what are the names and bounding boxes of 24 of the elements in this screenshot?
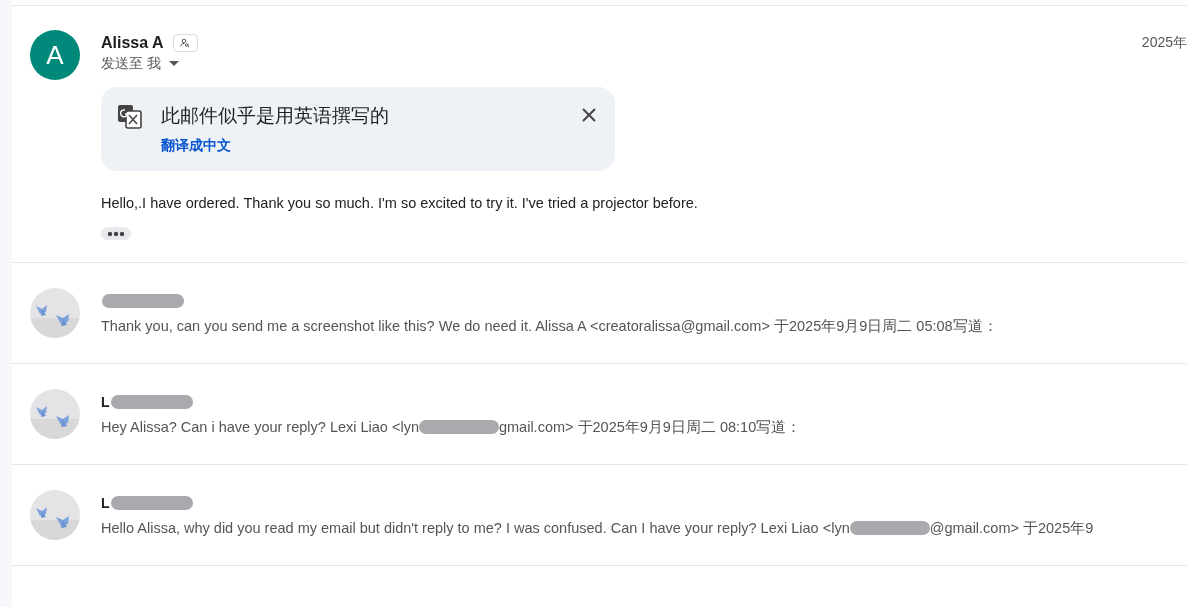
- message-snippet: Hello Alissa, why did you read my email but didn't reply to me? I was confused. Can I have your reply? Lexi Liao <lyn: [101, 520, 850, 536]
- message-snippet: @gmail.com> 于2025年9: [929, 518, 1094, 538]
- message-date: 2025年: [1141, 34, 1187, 52]
- caret-icon: [168, 61, 179, 67]
- message-snippet: Thank you, can you send me a screenshot like this? We do need it. Alissa A <creatoralissa@gmail.com> 于2025年9月9日周二 05:08写道：: [101, 316, 998, 336]
- message-snippet: gmail.com> 于2025年9月9日周二 08:10写道：: [498, 417, 802, 437]
- contact-info-button[interactable]: [172, 34, 198, 52]
- collapsed-message[interactable]: Thank you, can you send me a screenshot like this? We do need it. Alissa A <creatoralissa@gmail.com> 于2025年9月9日周二 05:08写道：: [12, 263, 1187, 364]
- translate-icon: [117, 104, 143, 130]
- collapsed-message[interactable]: L Hey Alissa? Can i have your reply? Lexi Liao <lyn gmail.com> 于2025年9月9日周二 08:10写道：: [12, 364, 1187, 465]
- banner-title: 此邮件似乎是用英语撰写的: [161, 104, 390, 128]
- recipient-dropdown[interactable]: 发送至 我: [101, 55, 179, 73]
- message-snippet: Hey Alissa? Can i have your reply? Lexi Liao <lyn: [101, 419, 419, 435]
- dots-icon: [106, 230, 126, 237]
- sender-name: L: [101, 494, 110, 511]
- sender-name: Alissa A: [101, 34, 164, 52]
- show-trimmed-button[interactable]: [101, 227, 131, 240]
- person-search-icon: [180, 38, 191, 48]
- close-icon: [581, 107, 597, 123]
- sender-name: L: [101, 393, 110, 410]
- translate-link[interactable]: 翻译成中文: [161, 137, 231, 155]
- collapsed-message[interactable]: L Hello Alissa, why did you read my email but didn't reply to me? I was confused. Can I have your reply? Lexi Liao <lyn @gmail.com> 于2025年9: [12, 465, 1187, 566]
- message-body: Hello,.I have ordered. Thank you so much. I'm so excited to try it. I've tried a projector before.: [101, 195, 699, 211]
- sender-avatar: A: [30, 30, 80, 80]
